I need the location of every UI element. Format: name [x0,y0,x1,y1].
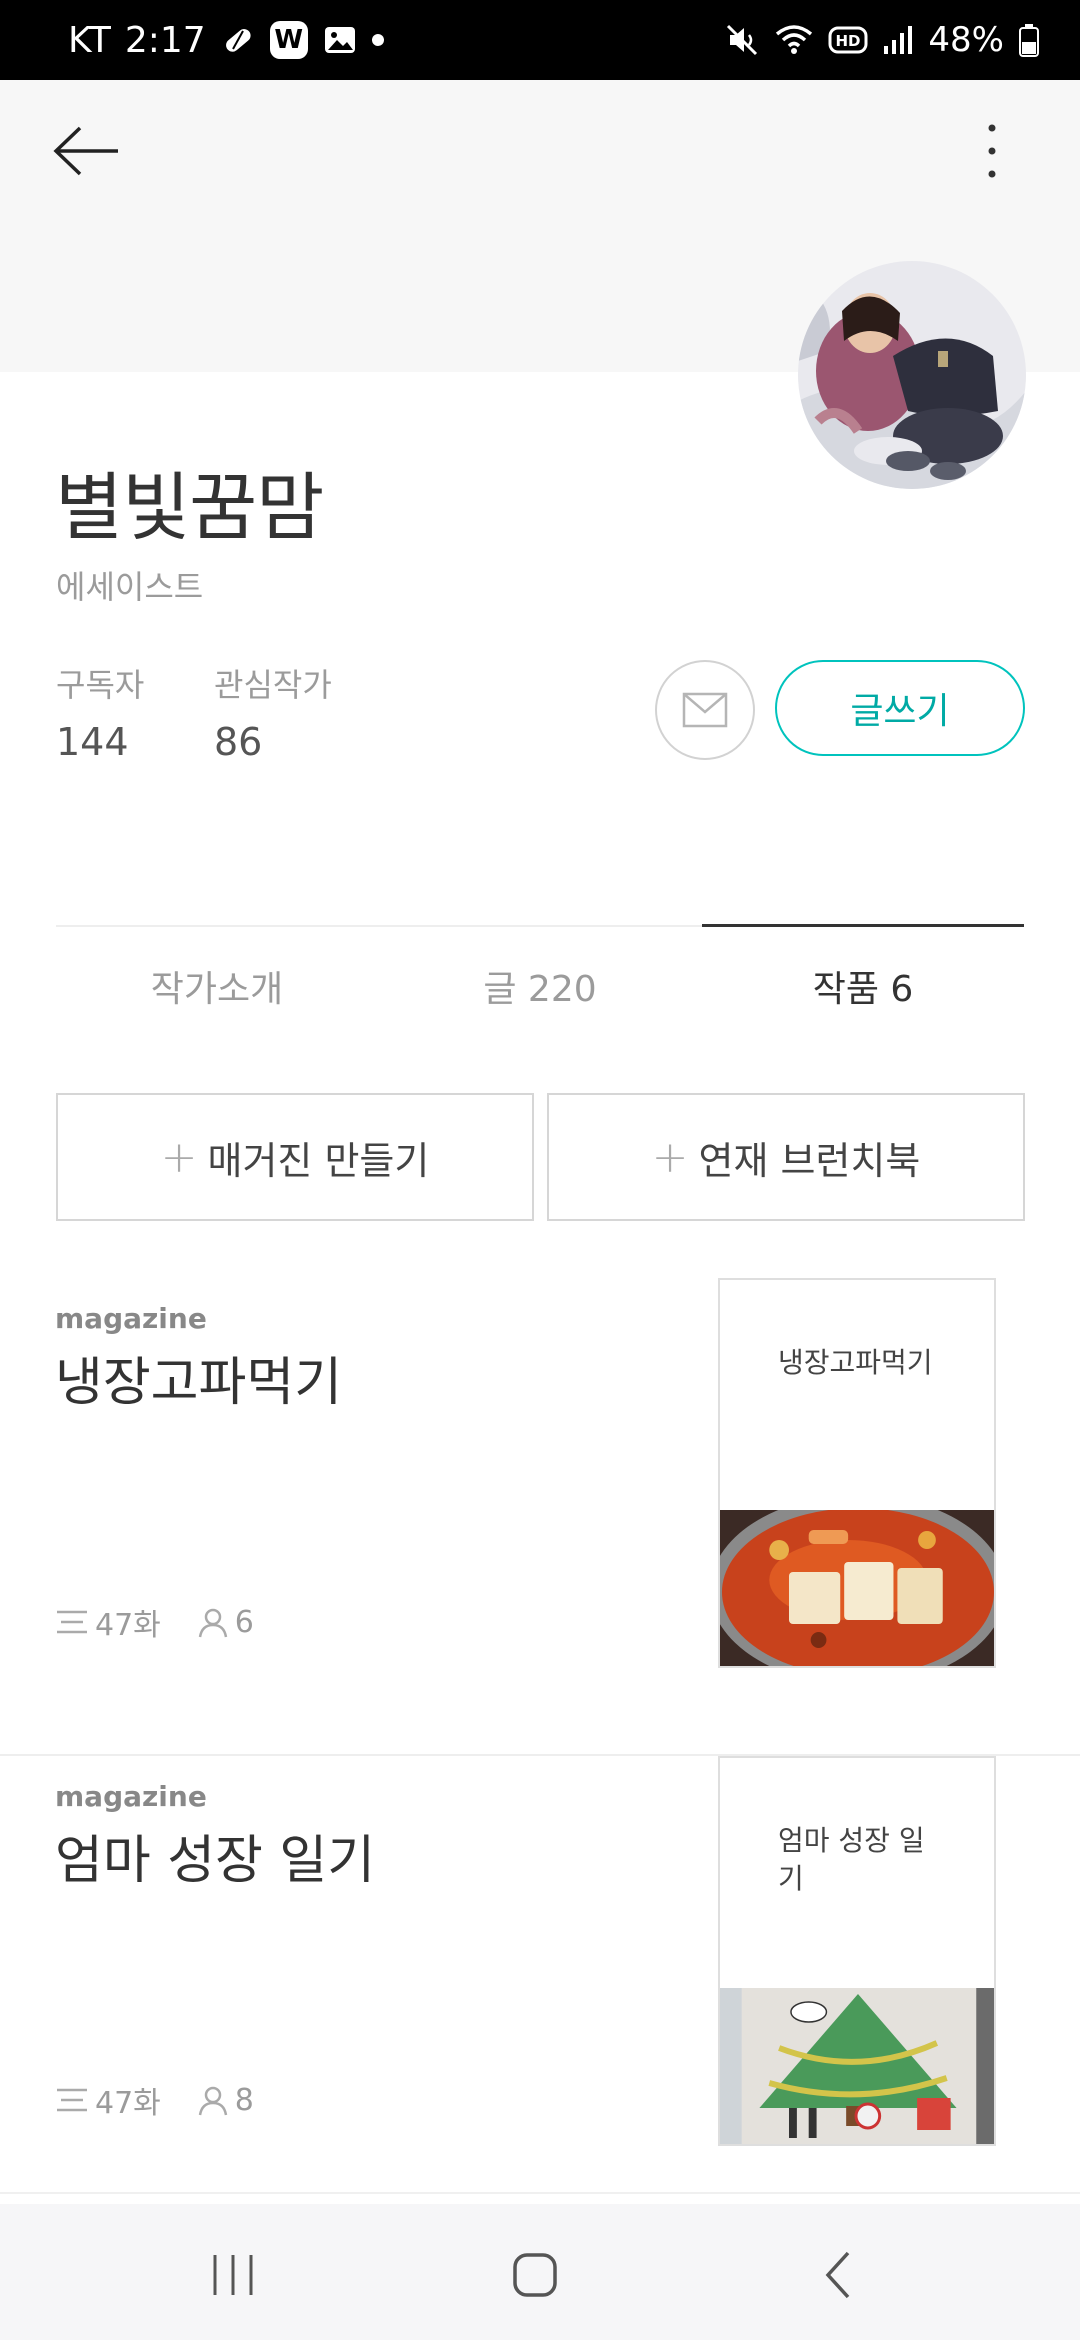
card-meta: 47화 6 [55,1600,290,1644]
system-back-button[interactable] [798,2240,878,2310]
cover-image-kimchi-stew [720,1510,994,1666]
plus-icon: + [651,1131,689,1183]
profile-avatar[interactable] [798,261,1026,489]
list-icon [57,1610,87,1634]
hd-icon: HD [828,25,868,55]
clock: 2:17 [124,19,206,61]
mail-icon [682,692,728,728]
dot-icon [371,34,384,46]
more-options-button[interactable] [972,118,1012,184]
cover-title: 엄마 성장 일기 [778,1824,925,1895]
write-button[interactable]: 글쓰기 [775,660,1025,756]
magazine-card[interactable]: magazine 냉장고파먹기 47화 6 냉장고파먹기 [0,1278,1080,1756]
status-bar-left: KT 2:17 W [68,0,384,80]
recent-apps-button[interactable] [193,2240,273,2310]
w-app-icon: W [269,21,308,59]
cover-image-drawing [720,1988,994,2144]
arrow-left-icon [53,126,118,176]
profile-name: 별빛꿈맘 [55,465,324,551]
message-button[interactable] [655,660,755,760]
episodes-count: 47화 [95,1608,161,1643]
mute-icon [724,22,760,58]
cover-title: 냉장고파먹기 [778,1346,933,1379]
person-icon [198,1608,228,1638]
person-icon [198,2086,228,2116]
back-button[interactable] [50,118,124,184]
wifi-icon [774,22,814,58]
active-tab-indicator [702,924,1024,927]
battery-percent: 48% [928,20,1004,60]
carrier-label: KT [68,19,111,61]
home-button[interactable] [495,2240,575,2310]
make-magazine-button[interactable]: + 매거진 만들기 [56,1093,534,1221]
image-icon [322,22,358,58]
magazine-card[interactable]: magazine 엄마 성장 일기 47화 8 엄마 성장 일기 [0,1756,1080,2234]
tab-works[interactable]: 작품 6 [702,960,1024,1012]
following-stat[interactable]: 관심작가 86 [214,660,332,764]
card-kind-label: magazine [55,1780,207,1813]
list-end-divider [0,2192,1080,2194]
card-title: 엄마 성장 일기 [55,1831,376,1891]
home-icon [513,2253,557,2297]
tab-posts[interactable]: 글 220 [379,960,701,1012]
card-kind-label: magazine [55,1302,207,1335]
recent-apps-icon [213,2255,253,2295]
episodes-meta: 47화 [55,2078,161,2122]
following-label: 관심작가 [214,666,332,704]
subscribers-count: 8 [234,2082,254,2118]
list-icon [57,2088,87,2112]
status-bar: KT 2:17 W HD 48% [0,0,1080,80]
episodes-count: 47화 [95,2086,161,2121]
subscribers-meta: 6 [197,1605,254,1640]
subscribers-count: 6 [234,1604,254,1640]
subscribers-meta: 8 [197,2083,254,2118]
magazine-cover[interactable]: 냉장고파먹기 [718,1278,996,1668]
make-magazine-label: 매거진 만들기 [207,1138,430,1183]
plus-icon: + [160,1131,198,1183]
battery-icon [1018,23,1040,57]
following-count: 86 [214,720,263,764]
subscribers-stat[interactable]: 구독자 144 [56,660,144,764]
subscribers-count: 144 [56,720,129,764]
signal-icon [882,24,914,56]
status-bar-right: HD 48% [724,0,1040,80]
profile-role: 에세이스트 [56,568,204,606]
chevron-left-icon [825,2251,850,2299]
pill-icon [220,22,256,58]
serial-brunchbook-label: 연재 브런치북 [698,1138,921,1183]
episodes-meta: 47화 [55,1600,161,1644]
magazine-cover[interactable]: 엄마 성장 일기 [718,1756,996,2146]
svg-text:HD: HD [836,32,861,50]
subscribers-label: 구독자 [56,666,145,704]
card-meta: 47화 8 [55,2078,290,2122]
card-title: 냉장고파먹기 [55,1353,343,1413]
more-vertical-icon [988,124,996,178]
serial-brunchbook-button[interactable]: + 연재 브런치북 [547,1093,1025,1221]
tab-about[interactable]: 작가소개 [56,960,378,1012]
